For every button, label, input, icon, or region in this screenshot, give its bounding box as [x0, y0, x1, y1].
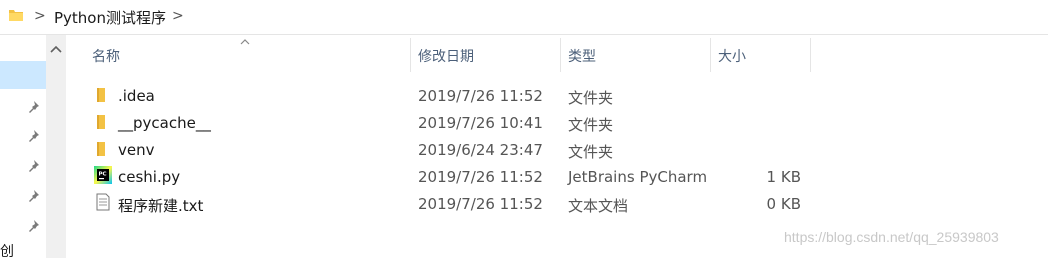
column-header-modified[interactable]: 修改日期 [418, 46, 474, 66]
sort-ascending-icon [240, 39, 250, 45]
folder-icon [9, 10, 23, 21]
file-type: 文件夹 [568, 143, 614, 161]
breadcrumb-segment[interactable]: Python测试程序 [54, 7, 166, 28]
nav-scrollbar[interactable] [46, 35, 66, 258]
pin-icon[interactable] [26, 189, 40, 203]
file-size: 0 KB [766, 195, 801, 213]
file-type: JetBrains PyCharm [568, 168, 708, 186]
file-name[interactable]: __pycache__ [118, 114, 211, 132]
pin-icon[interactable] [26, 219, 40, 233]
address-bar: > Python测试程序 > [0, 0, 1048, 35]
column-header-size[interactable]: 大小 [718, 46, 746, 66]
pin-icon[interactable] [26, 100, 40, 114]
file-modified: 2019/7/26 11:52 [418, 195, 543, 213]
file-modified: 2019/7/26 11:52 [418, 168, 543, 186]
column-header-name[interactable]: 名称 [92, 46, 120, 66]
file-type: 文件夹 [568, 116, 614, 134]
nav-item-selected[interactable] [0, 61, 46, 89]
column-divider[interactable] [710, 38, 711, 72]
column-header-type[interactable]: 类型 [568, 46, 596, 66]
column-divider[interactable] [560, 38, 561, 72]
watermark: https://blog.csdn.net/qq_25939803 [784, 229, 999, 245]
breadcrumb-dropdown-icon[interactable]: > [172, 8, 184, 24]
scroll-up-icon[interactable] [50, 44, 62, 54]
file-modified: 2019/7/26 10:41 [418, 114, 543, 132]
file-type: 文本文档 [568, 197, 629, 215]
file-modified: 2019/6/24 23:47 [418, 141, 543, 159]
file-name[interactable]: 程序新建.txt [118, 195, 203, 216]
column-divider[interactable] [810, 38, 811, 72]
folder-icon [97, 88, 105, 102]
column-divider[interactable] [410, 38, 411, 72]
pycharm-file-icon: PC [94, 166, 112, 184]
pin-icon[interactable] [26, 129, 40, 143]
file-name[interactable]: venv [118, 141, 155, 159]
file-type: 文件夹 [568, 89, 614, 107]
file-modified: 2019/7/26 11:52 [418, 87, 543, 105]
text-file-icon [96, 193, 110, 211]
file-name[interactable]: .idea [118, 87, 155, 105]
breadcrumb-chevron-icon[interactable]: > [34, 8, 46, 24]
nav-item-label[interactable]: 创 [0, 241, 14, 261]
folder-icon [97, 142, 105, 156]
svg-text:PC: PC [99, 172, 107, 178]
file-name[interactable]: ceshi.py [118, 168, 180, 186]
file-size: 1 KB [766, 168, 801, 186]
pin-icon[interactable] [26, 159, 40, 173]
folder-icon [97, 115, 105, 129]
